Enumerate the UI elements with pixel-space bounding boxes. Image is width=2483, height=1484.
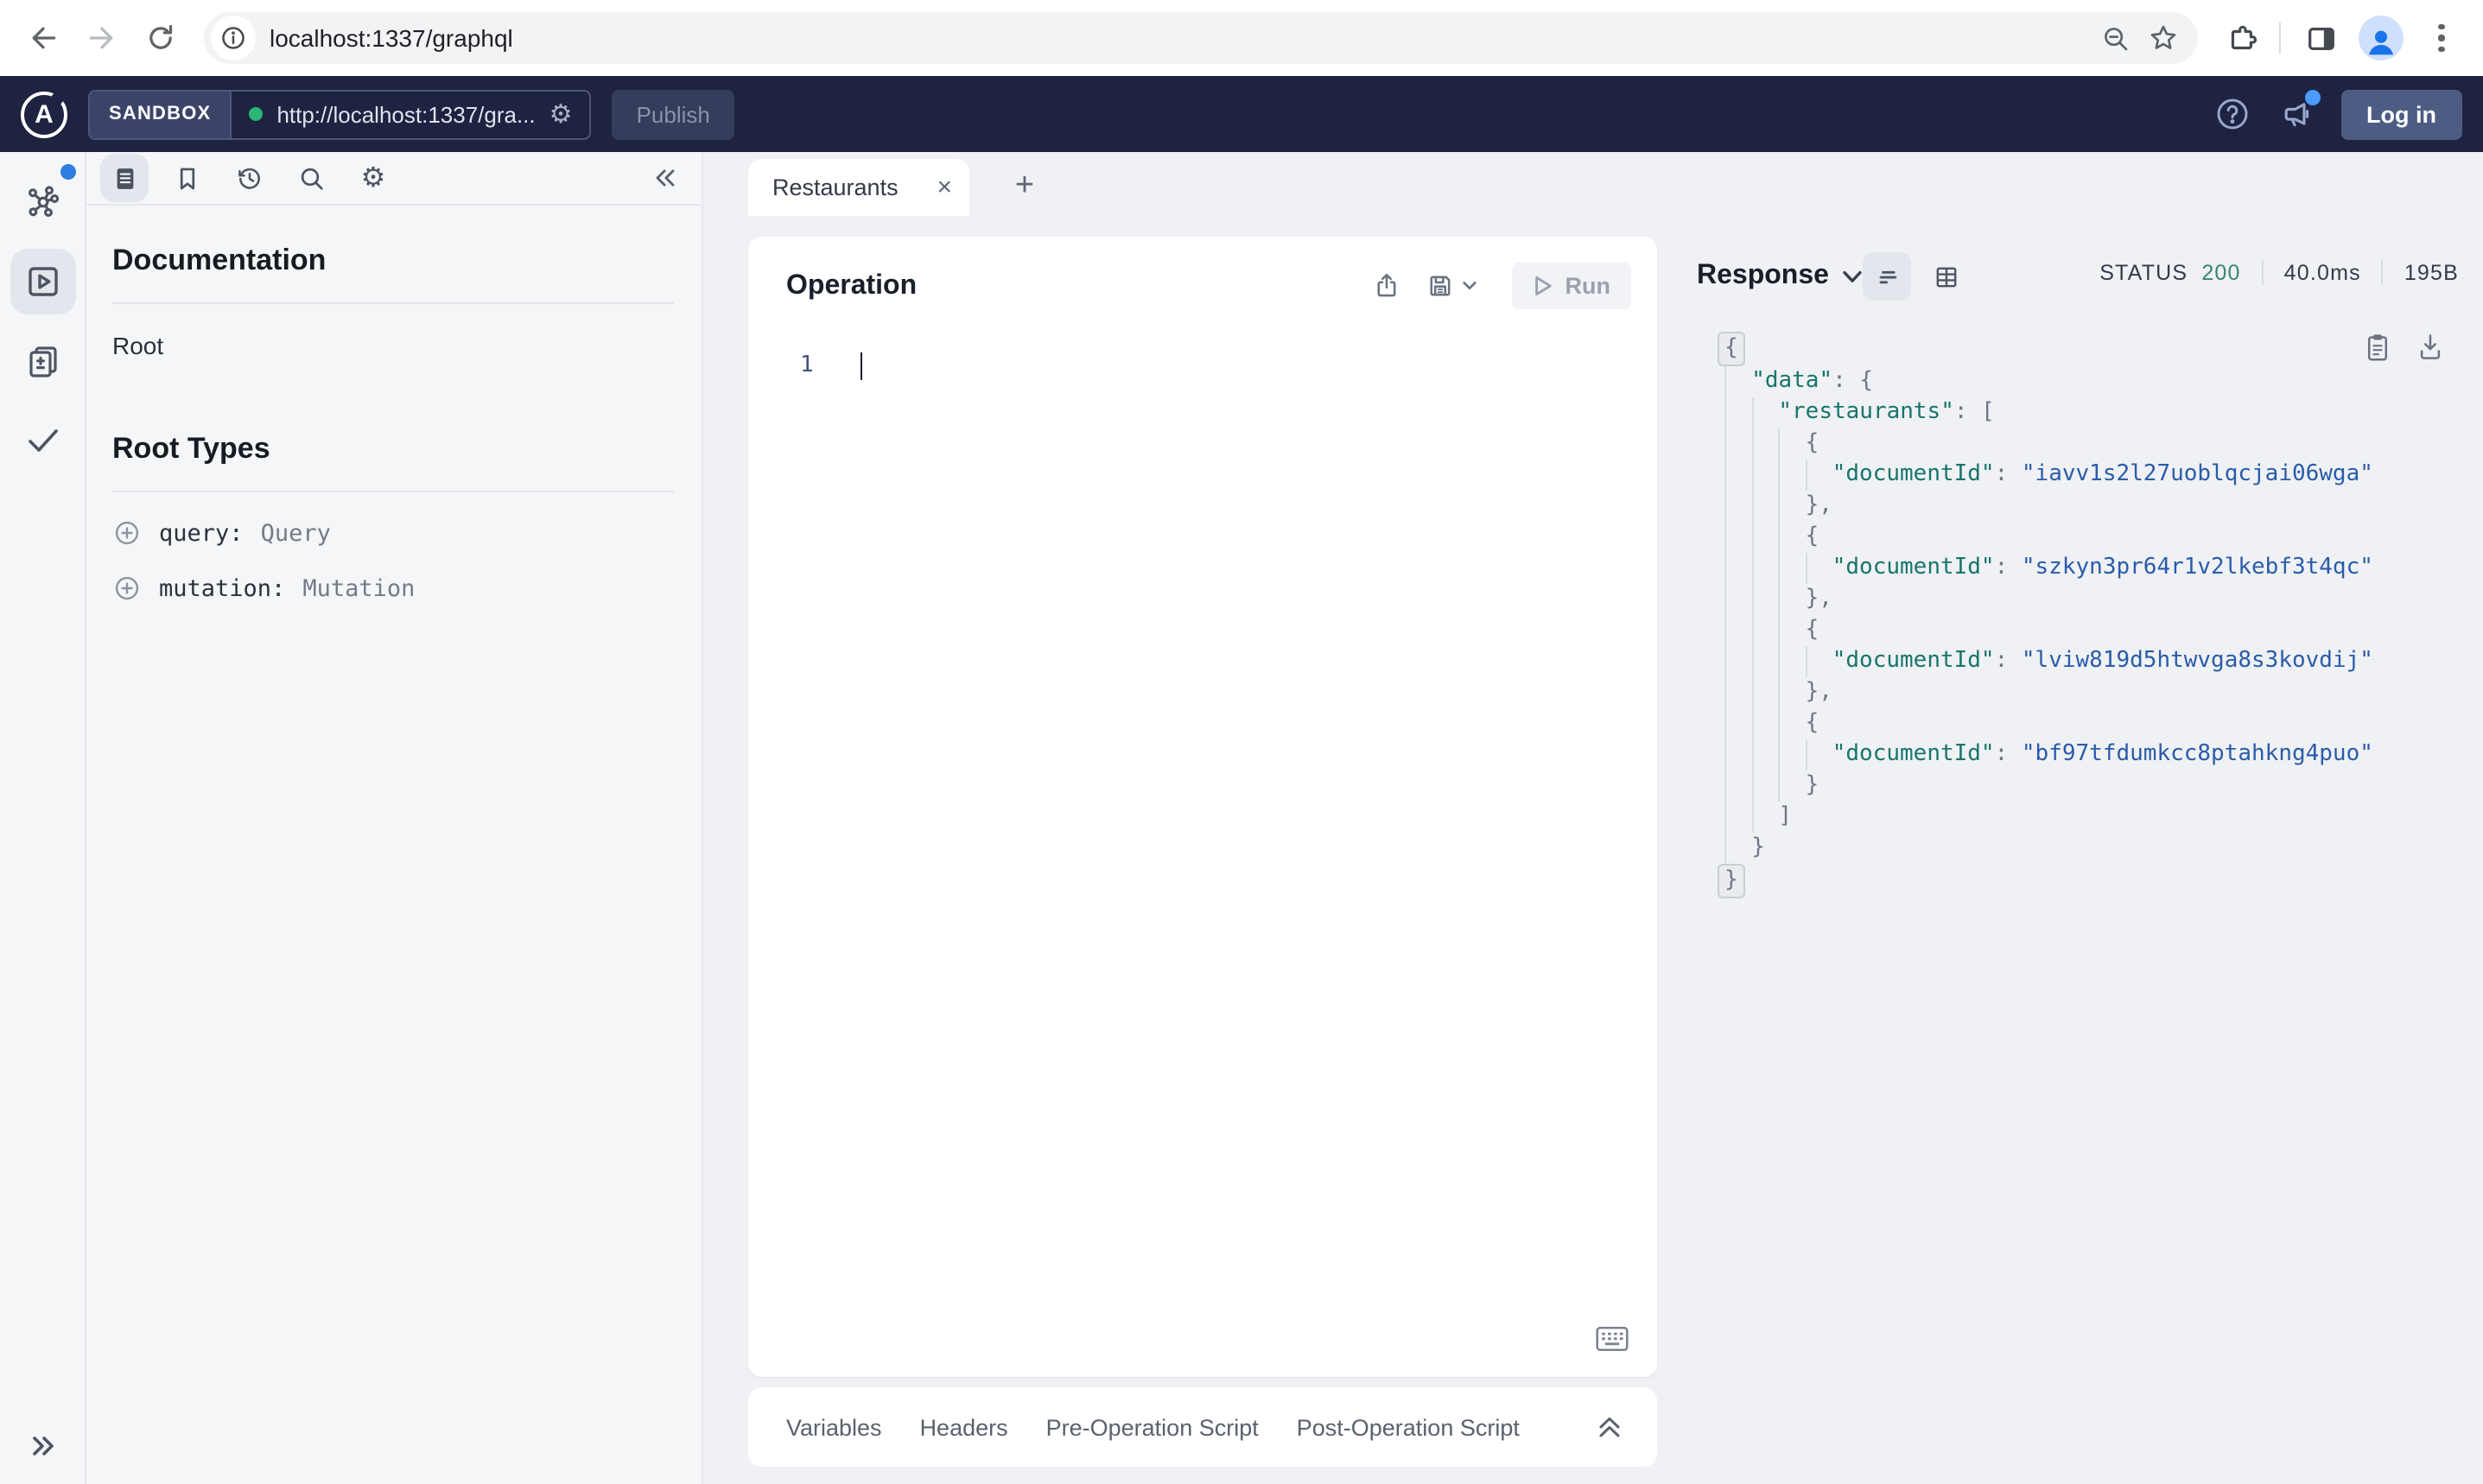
notification-dot xyxy=(2304,90,2320,105)
reload-icon[interactable] xyxy=(131,9,190,67)
checks-icon[interactable] xyxy=(10,408,75,473)
tab-post-operation-script[interactable]: Post-Operation Script xyxy=(1297,1414,1520,1440)
new-tab-button[interactable]: + xyxy=(1000,162,1049,211)
endpoint-url[interactable]: http://localhost:1337/gra... xyxy=(276,101,535,127)
response-header: Response xyxy=(1697,252,1971,301)
tab-settings-icon[interactable]: ⚙ xyxy=(349,154,397,202)
response-actions xyxy=(2364,332,2445,363)
sandbox-badge: SANDBOX xyxy=(90,91,232,137)
side-panel-icon[interactable] xyxy=(2293,10,2348,66)
extensions-icon[interactable] xyxy=(2212,10,2267,66)
status-label: STATUS xyxy=(2099,260,2188,284)
endpoint-settings-icon[interactable]: ⚙ xyxy=(549,101,573,127)
status-code: 200 xyxy=(2201,260,2241,284)
operation-editor[interactable]: 1 xyxy=(748,352,1657,380)
operation-panel: Operation Run 1 xyxy=(748,237,1657,1377)
endpoint-widget[interactable]: SANDBOX http://localhost:1337/gra... ⚙ xyxy=(88,89,592,139)
tab-variables[interactable]: Variables xyxy=(786,1414,882,1440)
share-icon[interactable] xyxy=(1372,271,1401,301)
root-type-query[interactable]: query: Query xyxy=(112,518,674,548)
browser-menu-icon[interactable] xyxy=(2414,23,2469,53)
login-button[interactable]: Log in xyxy=(2340,89,2462,139)
rail-notification-dot xyxy=(60,164,76,180)
collapse-sidebar-icon[interactable] xyxy=(650,162,681,193)
changesets-icon[interactable] xyxy=(10,328,75,394)
plus-circle-icon[interactable] xyxy=(112,518,142,548)
tab-bookmarks-icon[interactable] xyxy=(162,154,211,202)
bookmark-star-icon[interactable] xyxy=(2139,14,2188,62)
docs-title: Documentation xyxy=(112,244,327,276)
workspace: Restaurants × + Operation Run 1 Variable… xyxy=(703,152,2483,1484)
profile-avatar[interactable] xyxy=(2359,16,2404,60)
address-bar[interactable]: localhost:1337/graphql xyxy=(204,12,2198,64)
line-number: 1 xyxy=(800,352,814,378)
zoom-out-icon[interactable] xyxy=(2091,14,2139,62)
response-meta: STATUS 200 40.0ms 195B xyxy=(2099,259,2459,285)
tab-search-icon[interactable] xyxy=(287,154,335,202)
docs-sidebar: ⚙ Documentation Root Root Types query: Q… xyxy=(86,152,703,1484)
tab-pre-operation-script[interactable]: Pre-Operation Script xyxy=(1046,1414,1259,1440)
tab-documentation-icon[interactable] xyxy=(100,154,149,202)
raw-view-icon[interactable] xyxy=(1863,252,1912,301)
connection-status-dot xyxy=(249,107,264,121)
close-tab-icon[interactable]: × xyxy=(937,174,952,200)
keyboard-shortcuts-icon[interactable] xyxy=(1595,1325,1629,1353)
help-icon[interactable] xyxy=(2209,92,2254,136)
browser-toolbar: localhost:1337/graphql xyxy=(0,0,2483,76)
left-rail xyxy=(0,152,86,1484)
response-json[interactable]: {"data": {"restaurants": [{"documentId":… xyxy=(1718,332,2373,898)
response-size: 195B xyxy=(2404,260,2459,284)
back-icon[interactable] xyxy=(14,9,73,67)
table-view-icon[interactable] xyxy=(1922,252,1971,301)
publish-button[interactable]: Publish xyxy=(612,89,734,139)
root-type-mutation[interactable]: mutation: Mutation xyxy=(112,574,674,603)
browser-actions xyxy=(2212,10,2469,66)
tab-history-icon[interactable] xyxy=(225,154,273,202)
operations-icon[interactable] xyxy=(10,249,75,314)
plus-circle-icon[interactable] xyxy=(112,574,142,603)
apollo-logo[interactable]: A xyxy=(21,91,67,137)
sidebar-tabs: ⚙ xyxy=(86,152,702,206)
root-link[interactable]: Root xyxy=(112,332,163,359)
site-info-icon[interactable] xyxy=(211,16,256,60)
play-icon xyxy=(1534,276,1552,296)
tab-label[interactable]: Restaurants xyxy=(772,174,926,200)
divider xyxy=(112,302,674,304)
expand-panel-icon[interactable] xyxy=(1597,1415,1623,1439)
page: localhost:1337/graphql A SANDBOX http://… xyxy=(0,0,2483,1484)
response-title: Response xyxy=(1697,261,1829,290)
divider xyxy=(112,491,674,492)
response-duration: 40.0ms xyxy=(2283,260,2361,284)
run-button[interactable]: Run xyxy=(1511,263,1631,309)
announcements-icon[interactable] xyxy=(2275,90,2320,136)
response-dropdown-icon[interactable] xyxy=(1843,269,1864,284)
operation-footer: Variables Headers Pre-Operation Script P… xyxy=(748,1387,1657,1467)
operation-title: Operation xyxy=(786,270,918,300)
tab-headers[interactable]: Headers xyxy=(920,1414,1008,1440)
divider xyxy=(2279,22,2281,54)
save-caret-icon xyxy=(1462,282,1476,290)
forward-icon[interactable] xyxy=(73,9,131,67)
expand-rail-icon[interactable] xyxy=(25,1429,60,1463)
save-icon[interactable] xyxy=(1426,271,1477,301)
root-types-title: Root Types xyxy=(112,432,270,465)
apollo-header: A SANDBOX http://localhost:1337/gra... ⚙… xyxy=(0,76,2483,152)
operation-tab[interactable]: Restaurants × xyxy=(748,159,969,216)
download-response-icon[interactable] xyxy=(2416,332,2445,363)
text-cursor xyxy=(860,352,863,380)
url-text[interactable]: localhost:1337/graphql xyxy=(270,24,2091,52)
